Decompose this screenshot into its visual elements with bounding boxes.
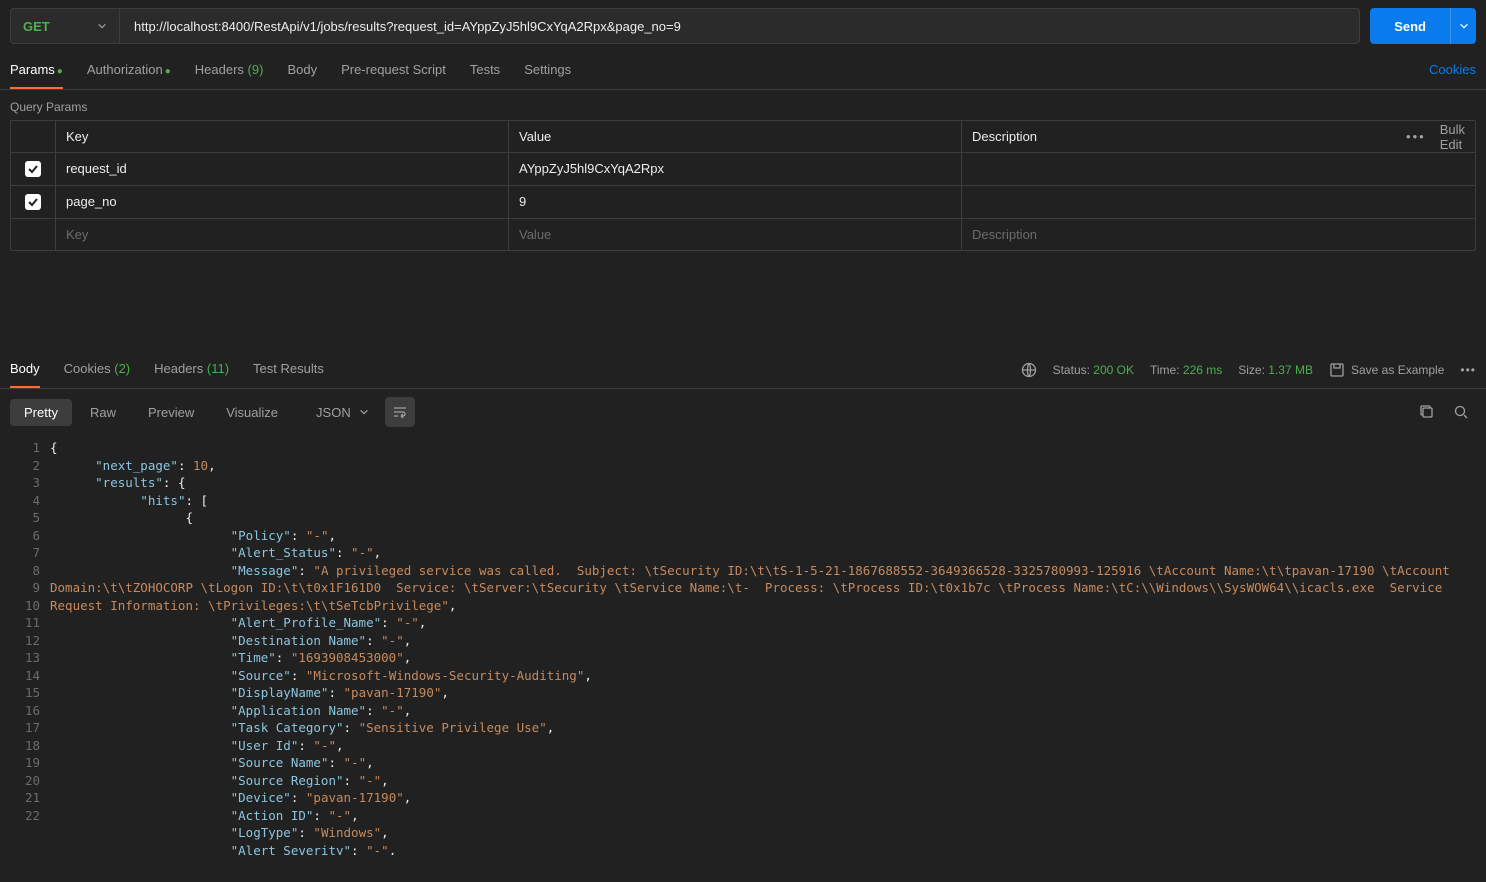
tab-authorization[interactable]: Authorization● [87, 52, 171, 89]
search-button[interactable] [1446, 397, 1476, 427]
param-row: page_no 9 [11, 186, 1475, 219]
search-icon [1453, 404, 1469, 420]
check-icon [27, 163, 39, 175]
resp-tab-body[interactable]: Body [10, 351, 40, 388]
response-body[interactable]: { "next_page": 10, "results": { "hits": … [50, 435, 1486, 855]
status-value: 200 OK [1093, 363, 1134, 377]
view-raw[interactable]: Raw [76, 399, 130, 426]
query-params-title: Query Params [0, 90, 1486, 120]
copy-icon [1419, 404, 1435, 420]
more-icon[interactable]: ••• [1406, 129, 1426, 144]
param-desc[interactable] [962, 186, 1415, 218]
method-value: GET [23, 19, 50, 34]
tab-body[interactable]: Body [287, 52, 317, 89]
param-checkbox[interactable] [25, 194, 41, 210]
param-checkbox[interactable] [25, 161, 41, 177]
query-params-table: Key Value Description ••• Bulk Edit requ… [10, 120, 1476, 251]
url-input[interactable] [120, 8, 1360, 44]
wrap-icon [392, 404, 408, 420]
param-row-new: Key Value Description [11, 219, 1475, 250]
more-icon[interactable]: ••• [1460, 363, 1476, 377]
param-key-placeholder[interactable]: Key [56, 219, 509, 250]
bulk-edit-link[interactable]: Bulk Edit [1440, 122, 1465, 152]
wrap-lines-button[interactable] [385, 397, 415, 427]
tab-tests[interactable]: Tests [470, 52, 500, 89]
save-as-example-button[interactable]: Save as Example [1329, 362, 1444, 378]
resp-tab-cookies[interactable]: Cookies (2) [64, 351, 130, 388]
view-pretty[interactable]: Pretty [10, 399, 72, 426]
param-desc[interactable] [962, 153, 1415, 185]
send-dropdown-button[interactable] [1450, 8, 1476, 44]
globe-icon[interactable] [1021, 362, 1037, 378]
line-gutter: 12345678910111213141516171819202122 [0, 435, 50, 855]
view-visualize[interactable]: Visualize [212, 399, 292, 426]
col-value: Value [509, 121, 962, 152]
param-row: request_id AYppZyJ5hl9CxYqA2Rpx [11, 153, 1475, 186]
param-value-placeholder[interactable]: Value [509, 219, 962, 250]
chevron-down-icon [359, 407, 369, 417]
param-key[interactable]: page_no [56, 186, 509, 218]
check-icon [27, 196, 39, 208]
dot-indicator-icon: ● [57, 66, 63, 77]
cookies-link[interactable]: Cookies [1429, 52, 1476, 89]
col-description: Description [962, 121, 1415, 152]
save-icon [1329, 362, 1345, 378]
language-select[interactable]: JSON [304, 399, 381, 426]
tab-settings[interactable]: Settings [524, 52, 571, 89]
resp-tab-headers[interactable]: Headers (11) [154, 351, 229, 388]
tab-params[interactable]: Params● [10, 52, 63, 89]
size-value: 1.37 MB [1268, 363, 1313, 377]
method-select[interactable]: GET [10, 8, 120, 44]
copy-button[interactable] [1412, 397, 1442, 427]
resp-tab-testresults[interactable]: Test Results [253, 351, 324, 388]
time-value: 226 ms [1183, 363, 1222, 377]
param-value[interactable]: AYppZyJ5hl9CxYqA2Rpx [509, 153, 962, 185]
dot-indicator-icon: ● [165, 66, 171, 77]
tab-headers[interactable]: Headers (9) [195, 52, 264, 89]
param-value[interactable]: 9 [509, 186, 962, 218]
chevron-down-icon [97, 21, 107, 31]
send-button[interactable]: Send [1370, 8, 1450, 44]
param-key[interactable]: request_id [56, 153, 509, 185]
col-key: Key [56, 121, 509, 152]
param-desc-placeholder[interactable]: Description [962, 219, 1415, 250]
view-preview[interactable]: Preview [134, 399, 208, 426]
chevron-down-icon [1459, 21, 1469, 31]
tab-prerequest[interactable]: Pre-request Script [341, 52, 446, 89]
